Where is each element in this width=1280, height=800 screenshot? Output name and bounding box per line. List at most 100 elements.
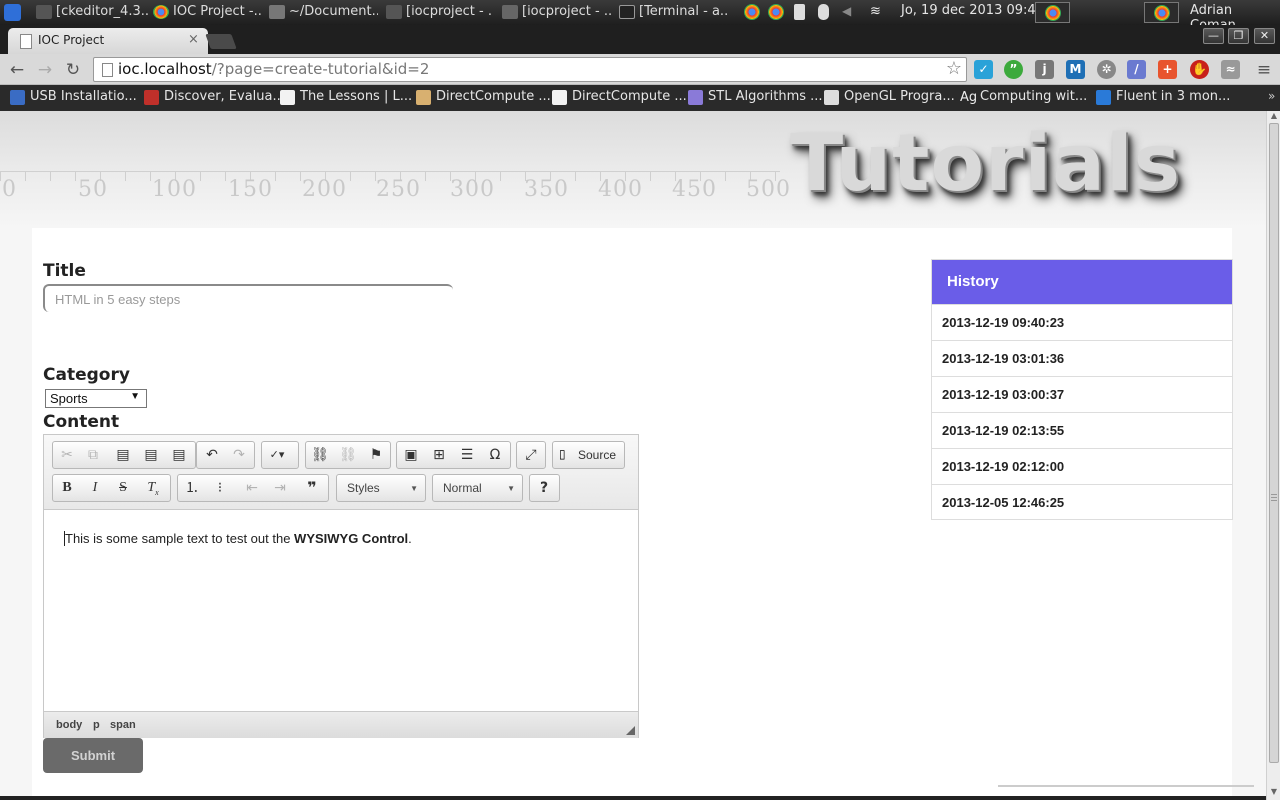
remove-format-icon[interactable]: Tx [141,478,165,498]
bulleted-list-icon[interactable]: ⁝ [208,478,232,498]
close-window-button[interactable]: ✕ [1254,28,1275,44]
special-char-icon[interactable]: Ω [483,445,507,465]
start-menu-icon[interactable] [4,4,21,21]
content-label: Content [43,412,120,432]
taskbar-item-ioc-project[interactable]: IOC Project -... [150,2,262,23]
history-item[interactable]: 2013-12-05 12:46:25 [932,484,1232,520]
pen-icon[interactable]: / [1127,60,1146,79]
plus-extension-icon[interactable]: + [1158,60,1177,79]
source-button[interactable]: ▯ Source [552,441,625,469]
history-item[interactable]: 2013-12-19 02:13:55 [932,412,1232,448]
scrollbar-thumb[interactable] [1269,123,1279,763]
bookmark-item[interactable]: DirectCompute ... [416,89,551,105]
page-scrollbar[interactable]: ▲ ▼ [1266,111,1280,800]
undo-icon[interactable]: ↶ [200,445,224,465]
bookmark-item[interactable]: Fluent in 3 mon... [1096,89,1230,105]
taskbar-item-ckeditor[interactable]: [ckeditor_4.3... [33,2,148,23]
bookmark-item[interactable]: USB Installatio... [10,89,137,105]
format-dropdown[interactable]: Normal ▼ [432,474,523,502]
redo-icon[interactable]: ↷ [227,445,251,465]
chrome-tray-icon[interactable] [744,4,760,20]
address-bar[interactable]: ioc.localhost/?page=create-tutorial&id=2… [93,57,967,82]
paste-word-icon[interactable]: ▤ [167,445,191,465]
wifi-icon[interactable]: ≋ [870,4,886,20]
more-bookmarks-icon[interactable]: » [1268,89,1275,103]
scroll-down-icon[interactable]: ▼ [1269,787,1279,796]
extension-icon-3[interactable]: j [1035,60,1054,79]
path-body[interactable]: body [56,719,82,731]
blockquote-icon[interactable]: ❞ [300,478,324,498]
maximize-button[interactable]: ❐ [1228,28,1249,44]
menu-icon[interactable]: ≡ [1253,59,1275,81]
paste-icon[interactable]: ▤ [111,445,135,465]
resize-handle-icon[interactable] [626,726,635,735]
page-icon [20,34,32,49]
spellcheck-icon[interactable]: ✓▾ [265,445,289,465]
cut-icon[interactable]: ✂ [55,445,79,465]
tab-close-icon[interactable]: × [188,32,199,47]
chrome-tray-icon-2[interactable] [768,4,784,20]
minimize-button[interactable]: — [1203,28,1224,44]
bold-icon[interactable]: B [55,478,79,498]
category-select[interactable]: Sports ▼ [45,389,147,408]
history-item[interactable]: 2013-12-19 03:01:36 [932,340,1232,376]
path-span[interactable]: span [110,719,136,731]
styles-dropdown[interactable]: Styles ▼ [336,474,426,502]
history-item[interactable]: 2013-12-19 02:12:00 [932,448,1232,484]
editor-content[interactable]: This is some sample text to test out the… [44,511,638,711]
bookmark-item[interactable]: Ag Computing wit... [960,89,1087,105]
new-tab-button[interactable] [205,34,237,49]
copy-icon[interactable]: ⧉ [81,445,105,465]
reload-icon[interactable]: ↻ [62,59,84,81]
chrome-window-preview-2[interactable] [1144,2,1179,23]
chrome-window-preview[interactable] [1035,2,1070,23]
italic-icon[interactable]: I [83,478,107,498]
bookmark-item[interactable]: Discover, Evalua... [144,89,285,105]
forward-icon[interactable]: → [34,59,56,81]
history-item[interactable]: 2013-12-19 09:40:23 [932,304,1232,340]
volume-icon[interactable]: ◀ [842,4,858,20]
adblock-icon[interactable]: ✋ [1190,60,1209,79]
table-icon[interactable]: ⊞ [427,445,451,465]
settings-gear-icon[interactable]: ✲ [1097,60,1116,79]
link-icon[interactable]: ⛓ [308,445,332,465]
taskbar-item-terminal[interactable]: [Terminal - a... [616,2,728,23]
strike-icon[interactable]: S [111,478,135,498]
mouse-icon[interactable] [818,4,829,20]
extension-icon-1[interactable]: ✓ [974,60,993,79]
horizontal-line-icon[interactable]: ☰ [455,445,479,465]
numbered-list-icon[interactable]: ⒈ [180,478,204,498]
caret-down-icon: ▼ [507,484,515,493]
grip-icon [1271,494,1277,495]
unlink-icon[interactable]: ⛓ [336,445,360,465]
bookmark-star-icon[interactable]: ☆ [946,58,962,79]
bookmark-item[interactable]: The Lessons | L... [280,89,412,105]
history-heading: History [932,260,1232,304]
maximize-icon[interactable]: ⤢ [519,445,543,465]
battery-icon[interactable] [794,4,805,20]
browser-tab[interactable]: IOC Project × [8,28,208,54]
submit-button[interactable]: Submit [43,738,143,773]
history-item[interactable]: 2013-12-19 03:00:37 [932,376,1232,412]
taskbar-item-iocproject-2[interactable]: [iocproject - ... [499,2,611,23]
indent-icon[interactable]: ⇥ [268,478,292,498]
extension-icon-4[interactable]: M [1066,60,1085,79]
outdent-icon[interactable]: ⇤ [240,478,264,498]
taskbar-item-iocproject-1[interactable]: [iocproject - ... [383,2,493,23]
bookmark-item[interactable]: DirectCompute ... [552,89,687,105]
path-p[interactable]: p [93,719,100,731]
system-clock[interactable]: Jo, 19 dec 2013 09:44 [901,3,1044,18]
url-text[interactable]: ioc.localhost/?page=create-tutorial&id=2 [118,60,429,78]
bookmark-item[interactable]: OpenGL Progra... [824,89,955,105]
image-icon[interactable]: ▣ [399,445,423,465]
scroll-up-icon[interactable]: ▲ [1269,111,1279,120]
anchor-flag-icon[interactable]: ⚑ [364,445,388,465]
extension-icon-2[interactable]: ” [1004,60,1023,79]
title-input[interactable] [43,284,453,312]
bookmark-item[interactable]: STL Algorithms ... [688,89,823,105]
extension-icon-9[interactable]: ≈ [1221,60,1240,79]
taskbar-item-documents[interactable]: ~/Document... [266,2,378,23]
paste-text-icon[interactable]: ▤ [139,445,163,465]
back-icon[interactable]: ← [6,59,28,81]
help-button[interactable]: ? [529,474,560,502]
